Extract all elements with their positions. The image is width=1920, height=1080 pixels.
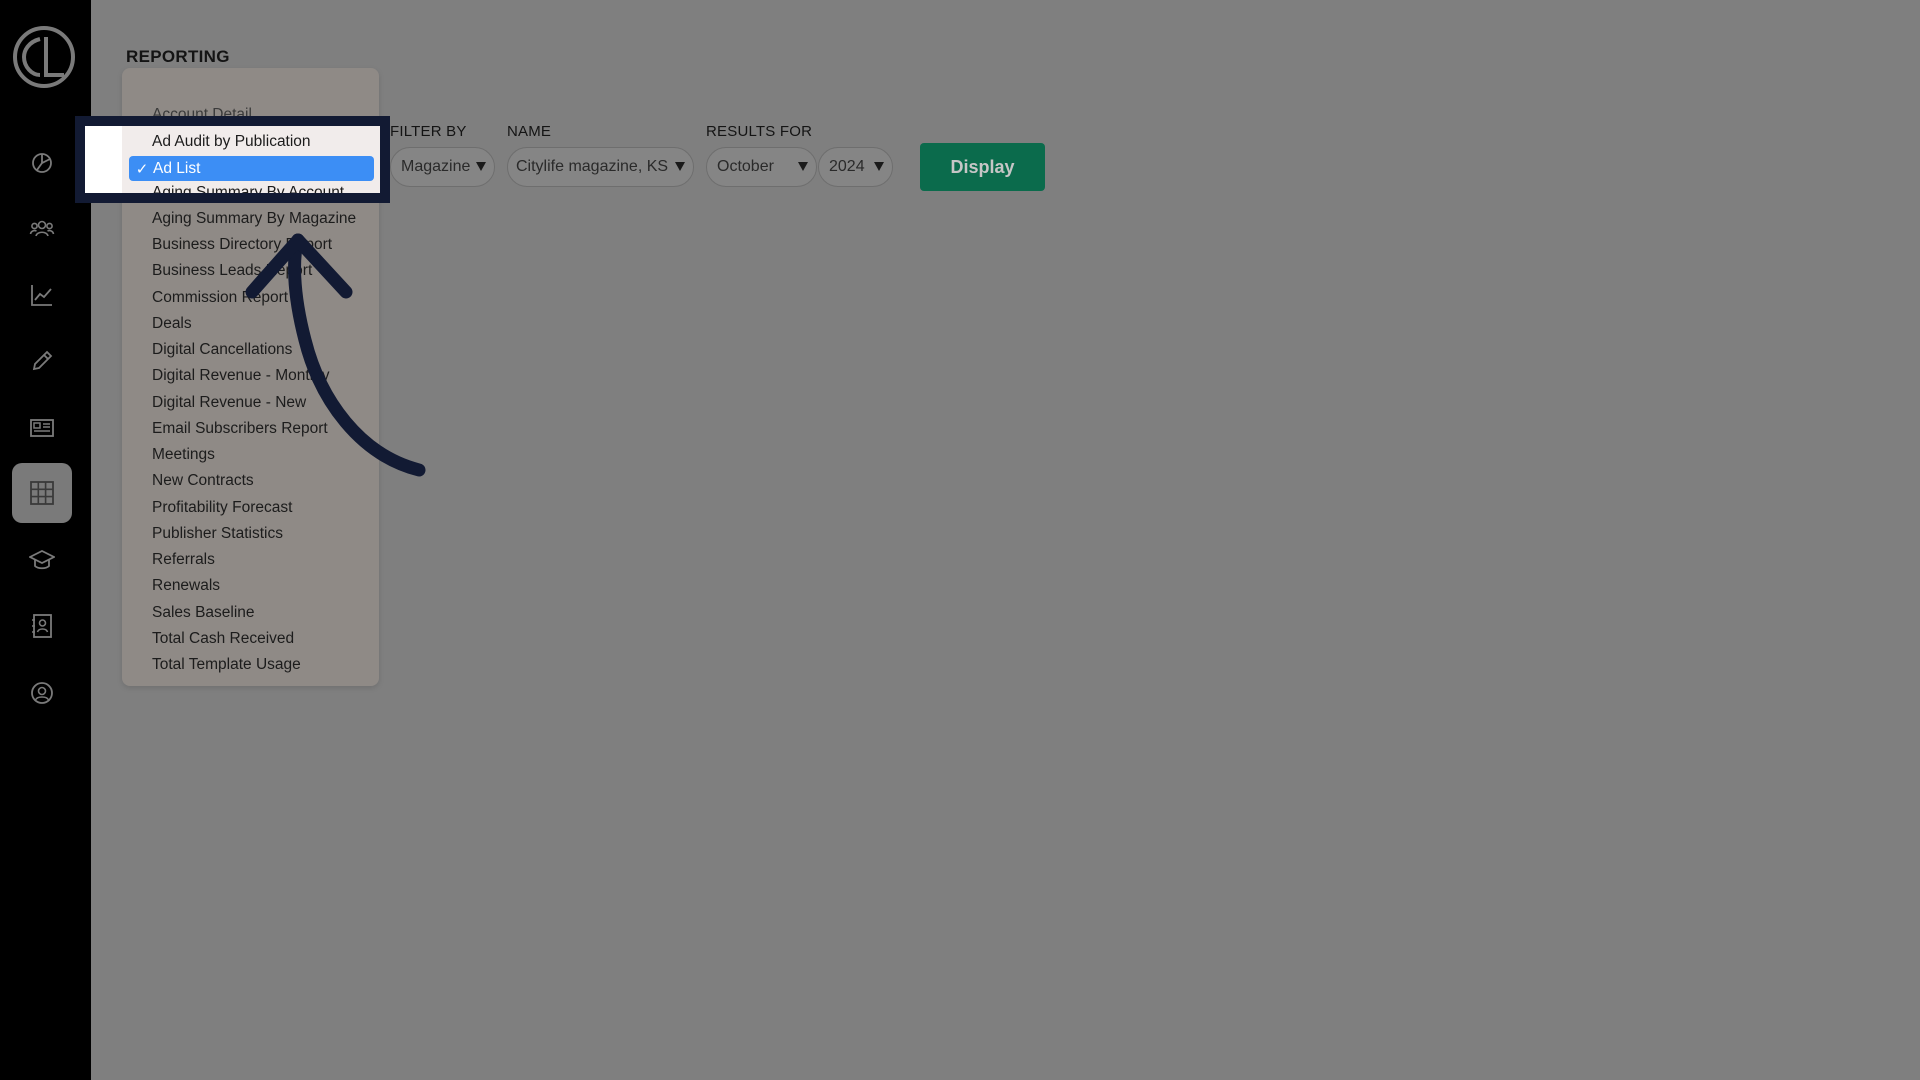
dropdown-item[interactable]: Publisher Statistics <box>152 525 283 543</box>
nav-users[interactable] <box>12 199 72 259</box>
nav-publications[interactable] <box>12 398 72 458</box>
dropdown-item[interactable]: Total Cash Received <box>152 630 294 648</box>
highlight-frame <box>75 116 390 203</box>
dropdown-item[interactable]: Digital Cancellations <box>152 341 292 359</box>
nav-contacts[interactable] <box>12 596 72 656</box>
dropdown-item[interactable]: Profitability Forecast <box>152 499 292 517</box>
display-button[interactable]: Display <box>920 143 1045 191</box>
dropdown-item[interactable]: Business Leads Report <box>152 262 312 280</box>
page-title: REPORTING <box>126 47 230 66</box>
dropdown-item[interactable]: Digital Revenue - Monthly <box>152 367 329 385</box>
nav-training[interactable] <box>12 530 72 590</box>
month-value: October <box>717 158 774 175</box>
dropdown-item[interactable]: Aging Summary By Magazine <box>152 210 356 228</box>
users-icon <box>29 220 55 237</box>
filter-by-value: Magazine <box>401 158 471 175</box>
month-select[interactable]: October <box>706 147 817 187</box>
results-for-label: RESULTS FOR <box>706 123 813 140</box>
year-value: 2024 <box>829 158 865 175</box>
chevron-down-icon <box>874 162 884 171</box>
publications-icon <box>30 419 54 437</box>
nav-account[interactable] <box>12 663 72 723</box>
reports-grid-icon <box>30 481 54 505</box>
dropdown-item[interactable]: Digital Revenue - New <box>152 394 306 412</box>
training-icon <box>29 549 55 570</box>
nav-edit[interactable] <box>12 331 72 391</box>
dropdown-item[interactable]: Deals <box>152 315 192 333</box>
year-select[interactable]: 2024 <box>818 147 893 187</box>
account-icon <box>31 682 53 704</box>
dropdown-item[interactable]: Commission Report <box>152 289 288 307</box>
dropdown-item[interactable]: Referrals <box>152 551 215 569</box>
dropdown-item[interactable]: Meetings <box>152 446 215 464</box>
name-value: Citylife magazine, KS <box>516 158 669 175</box>
dropdown-item[interactable]: Renewals <box>152 577 220 595</box>
contacts-icon <box>32 614 52 638</box>
chevron-down-icon <box>675 162 685 171</box>
filter-by-label: FILTER BY <box>390 123 467 140</box>
name-label: NAME <box>507 123 552 140</box>
nav-dashboard[interactable] <box>12 133 72 193</box>
analytics-icon <box>31 285 52 306</box>
name-select[interactable]: Citylife magazine, KS <box>507 147 694 187</box>
app-logo-icon[interactable] <box>12 25 76 89</box>
dropdown-item[interactable]: Total Template Usage <box>152 656 301 674</box>
edit-icon <box>32 350 53 371</box>
chevron-down-icon <box>798 162 808 171</box>
dropdown-item[interactable]: Sales Baseline <box>152 604 255 622</box>
nav-reports[interactable] <box>12 463 72 523</box>
nav-analytics[interactable] <box>12 265 72 325</box>
filter-by-select[interactable]: Magazine <box>390 147 495 187</box>
dropdown-item[interactable]: Email Subscribers Report <box>152 420 328 438</box>
dropdown-item[interactable]: Business Directory Report <box>152 236 332 254</box>
dashboard-icon <box>32 153 52 173</box>
dropdown-item[interactable]: New Contracts <box>152 472 254 490</box>
chevron-down-icon <box>476 162 486 171</box>
